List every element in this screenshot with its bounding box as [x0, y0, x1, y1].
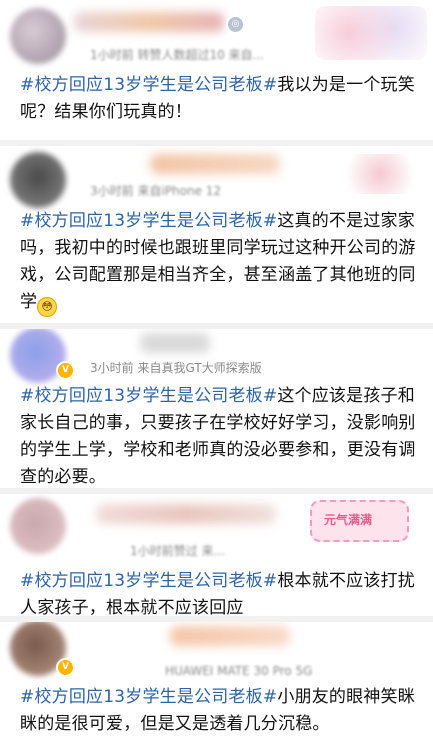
username[interactable] [96, 504, 276, 524]
username[interactable] [150, 154, 280, 174]
vip-badge-icon: V [56, 361, 75, 380]
vip-badge-icon: ◎ [226, 15, 245, 34]
post-card: 1小时前赞过 来... 元气满满 #校方回应13岁学生是公司老板#根本就不应该打… [0, 494, 433, 616]
post-card: ◎ 1小时前 转赞人数超过10 来自... #校方回应13岁学生是公司老板#我以… [0, 0, 433, 140]
hashtag-link[interactable]: #校方回应13岁学生是公司老板# [20, 687, 277, 707]
hashtag-link[interactable]: #校方回应13岁学生是公司老板# [20, 75, 277, 95]
post-body: #校方回应13岁学生是公司老板#根本就不应该打扰人家孩子，根本就不应该回应 [20, 568, 420, 616]
hashtag-link[interactable]: #校方回应13岁学生是公司老板# [20, 211, 277, 231]
post-body: #校方回应13岁学生是公司老板#小朋友的眼神笑眯眯的是很可爱，但是又是透着几分沉… [20, 684, 420, 738]
hashtag-link[interactable]: #校方回应13岁学生是公司老板# [20, 386, 277, 406]
sticker-decoration [315, 6, 427, 60]
post-card: V 3小时前 来自真我GT大师探索版 #校方回应13岁学生是公司老板#这个应该是… [0, 329, 433, 488]
emoji-icon: 😳 [37, 297, 58, 317]
sticker-decoration [335, 154, 425, 194]
username[interactable] [170, 626, 290, 646]
post-meta: 3小时前 来自真我GT大师探索版 [90, 361, 262, 375]
username[interactable] [74, 12, 224, 32]
avatar[interactable] [10, 498, 66, 554]
post-card: 3小时前 来自iPhone 12 #校方回应13岁学生是公司老板#这真的不是过家… [0, 146, 433, 323]
avatar[interactable] [10, 152, 66, 208]
post-meta: 3小时前 来自iPhone 12 [90, 184, 222, 198]
post-card: V HUAWEI MATE 30 Pro 5G #校方回应13岁学生是公司老板#… [0, 622, 433, 756]
post-meta: HUAWEI MATE 30 Pro 5G [165, 664, 313, 678]
sticker-label: 元气满满 [324, 513, 373, 527]
post-meta: 1小时前赞过 来... [130, 544, 225, 558]
username[interactable] [140, 333, 210, 353]
post-body: #校方回应13岁学生是公司老板#我以为是一个玩笑呢？结果你们玩真的！ [20, 72, 420, 126]
post-body: #校方回应13岁学生是公司老板#这真的不是过家家吗，我初中的时候也跟班里同学玩过… [20, 208, 420, 317]
post-meta: 1小时前 转赞人数超过10 来自... [90, 48, 264, 62]
vip-badge-icon: V [56, 658, 75, 677]
post-body: #校方回应13岁学生是公司老板#这个应该是孩子和家长自己的事，只要孩子在学校好好… [20, 383, 420, 488]
hashtag-link[interactable]: #校方回应13岁学生是公司老板# [20, 571, 277, 591]
sticker-decoration: 元气满满 [310, 500, 409, 542]
avatar[interactable] [10, 8, 66, 64]
